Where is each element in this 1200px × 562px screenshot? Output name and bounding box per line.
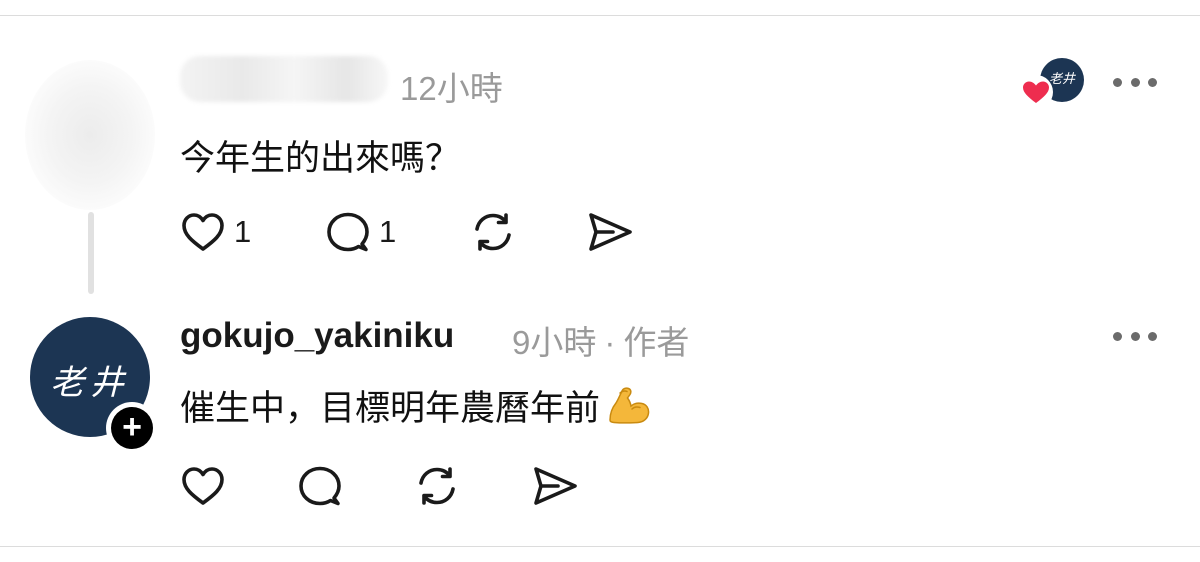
reply-text: 催生中，目標明年農曆年前: [180, 389, 601, 428]
repost-button[interactable]: [470, 209, 516, 255]
comment-meta: 9小時 · 作者: [512, 316, 689, 364]
like-count: 1: [234, 214, 252, 249]
heart-filled-icon: [1019, 75, 1053, 109]
top-divider: [0, 15, 1200, 16]
comment-bubble-icon: [327, 212, 369, 252]
bottom-divider: [0, 546, 1200, 547]
author-tag: 作者: [623, 324, 690, 361]
thread-connector-line: [88, 212, 94, 294]
more-dot: [1113, 77, 1122, 87]
brand-logo-text: 老井: [50, 363, 130, 403]
plus-icon: +: [111, 407, 153, 449]
repost-icon: [475, 213, 511, 251]
send-icon: [589, 213, 632, 251]
author-username[interactable]: gokujo_yakiniku: [180, 316, 454, 356]
heart-outline-icon: [182, 213, 224, 251]
more-dot: [1130, 77, 1140, 87]
more-dot: [1130, 331, 1140, 341]
heart-outline-icon: [182, 467, 224, 505]
more-dot: [1148, 77, 1157, 87]
comment-time: 12小時: [400, 70, 503, 107]
share-button[interactable]: [585, 210, 635, 254]
comment-bubble-icon: [299, 466, 341, 506]
more-options-button[interactable]: [1113, 326, 1157, 346]
reply-count: 1: [379, 214, 397, 249]
more-options-button[interactable]: [1113, 72, 1157, 92]
share-button[interactable]: [530, 464, 580, 508]
send-icon: [534, 467, 577, 505]
reply-button[interactable]: [297, 464, 343, 508]
threads-comment-view: 12小時 老井 今年生的出來嗎？ 1 1 老井 + gokujo_yakinik…: [0, 0, 1200, 562]
comment-time: 9小時: [512, 324, 597, 361]
blurred-username[interactable]: [180, 56, 388, 102]
repost-icon: [419, 467, 455, 505]
follow-button[interactable]: +: [106, 402, 158, 454]
blurred-avatar[interactable]: [25, 60, 155, 210]
like-button[interactable]: [180, 464, 226, 508]
reply-text-line: 催生中，目標明年農曆年前: [180, 380, 652, 431]
comment-text: 今年生的出來嗎？: [180, 139, 461, 178]
more-dot: [1113, 331, 1122, 341]
like-button[interactable]: 1: [180, 210, 251, 254]
flexed-biceps-icon: [609, 387, 650, 424]
meta-separator: ·: [604, 324, 616, 361]
repost-button[interactable]: [414, 463, 460, 509]
reply-button[interactable]: 1: [325, 210, 396, 254]
more-dot: [1148, 331, 1157, 341]
liked-by-author-indicator: 老井: [1018, 58, 1088, 109]
